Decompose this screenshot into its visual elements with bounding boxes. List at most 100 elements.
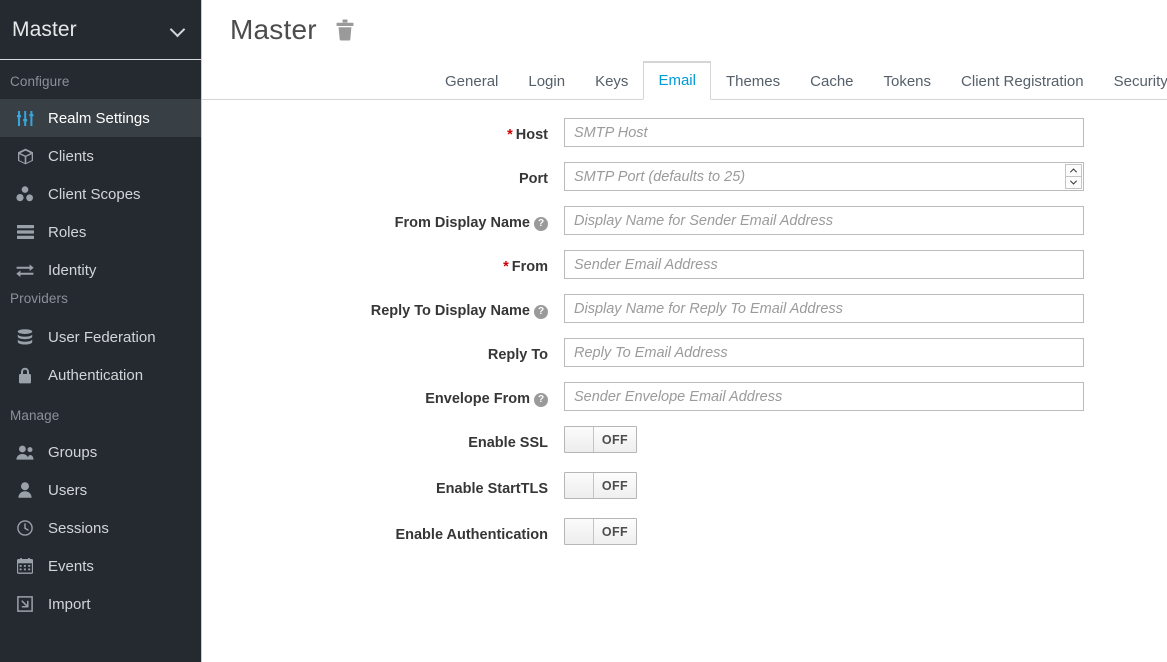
tab-general[interactable]: General: [430, 63, 513, 100]
import-icon: [14, 596, 36, 612]
field-control: [564, 162, 1084, 191]
sidebar-item-label: Users: [48, 481, 88, 499]
field-label: Reply To Display Name?: [202, 294, 564, 322]
sidebar-item-label: Import: [48, 595, 91, 613]
toggle-state-label: OFF: [601, 432, 629, 447]
from-display-name-input[interactable]: [564, 206, 1084, 235]
sidebar-item-realm-settings[interactable]: Realm Settings: [0, 99, 201, 137]
sidebar-item-label-wrapped[interactable]: Providers: [0, 289, 201, 318]
field-label-text: Reply To Display Name: [370, 303, 530, 319]
field-control: [564, 382, 1084, 411]
sidebar-item-sessions[interactable]: Sessions: [0, 509, 201, 547]
page-header: Master: [202, 0, 1167, 54]
realm-selector[interactable]: Master: [0, 0, 201, 60]
sidebar-item-label: Authentication: [48, 366, 144, 384]
lock-icon: [14, 367, 36, 384]
trash-icon[interactable]: [335, 19, 355, 41]
help-icon[interactable]: ?: [534, 304, 548, 319]
field-control: OFF: [564, 518, 1084, 549]
spinner-down-icon[interactable]: [1065, 177, 1082, 189]
sidebar-item-users[interactable]: Users: [0, 471, 201, 509]
envelope-from-input[interactable]: [564, 382, 1084, 411]
sidebar-item-clients[interactable]: Clients: [0, 137, 201, 175]
sidebar-item-authentication[interactable]: Authentication: [0, 356, 201, 394]
help-icon[interactable]: ?: [534, 216, 548, 231]
port-input[interactable]: [564, 162, 1084, 191]
field-label-text: Enable Authentication: [395, 527, 548, 543]
sidebar: Master Configure Realm Settings Clients Cli…: [0, 0, 202, 662]
tab-cache[interactable]: Cache: [795, 63, 868, 100]
form-row: Enable SSL OFF: [202, 426, 1167, 457]
toggle-enable-authentication[interactable]: OFF: [564, 518, 637, 545]
field-label-text: Enable StartTLS: [436, 481, 548, 497]
toggle-state-label: OFF: [601, 478, 629, 493]
sidebar-nav: Configure Realm Settings Clients Client Sco…: [0, 60, 201, 623]
sidebar-item-client-scopes[interactable]: Client Scopes: [0, 175, 201, 213]
sidebar-item-identity[interactable]: Identity: [0, 251, 201, 289]
sidebar-item-label: Client Scopes: [48, 185, 141, 203]
reply-to-display-name-input[interactable]: [564, 294, 1084, 323]
nav-section-heading: Manage: [10, 408, 60, 423]
field-control: OFF: [564, 426, 1084, 457]
toggle-knob: [565, 519, 594, 544]
host-input[interactable]: [564, 118, 1084, 147]
tab-themes[interactable]: Themes: [711, 63, 795, 100]
nav-section-heading: Configure: [10, 74, 70, 89]
field-label-text: Reply To: [487, 347, 548, 363]
sidebar-item-label: Groups: [48, 443, 98, 461]
reply-to-input[interactable]: [564, 338, 1084, 367]
user-icon: [14, 482, 36, 498]
sidebar-item-label: Realm Settings: [48, 109, 150, 127]
field-label: * From: [202, 250, 564, 278]
groups-icon: [14, 445, 36, 460]
field-label: Envelope From?: [202, 382, 564, 410]
field-control: [564, 250, 1084, 279]
spinner-up-icon[interactable]: [1065, 164, 1082, 177]
sidebar-item-events[interactable]: Events: [0, 547, 201, 585]
page-title: Master: [230, 14, 317, 45]
email-settings-form: *Host Port From Display Name? *From Reply To…: [202, 100, 1167, 549]
sidebar-item-groups[interactable]: Groups: [0, 433, 201, 471]
help-icon[interactable]: ?: [534, 392, 548, 407]
sidebar-item-user-federation[interactable]: User Federation: [0, 318, 201, 356]
sidebar-item-import[interactable]: Import: [0, 585, 201, 623]
toggle-state-label: OFF: [601, 524, 629, 539]
sidebar-item-label: User Federation: [48, 328, 156, 346]
from-input[interactable]: [564, 250, 1084, 279]
toggle-enable-ssl[interactable]: OFF: [564, 426, 637, 453]
sidebar-item-label: Identity: [48, 261, 97, 279]
tab-tokens[interactable]: Tokens: [869, 63, 947, 100]
form-row: Enable StartTLS OFF: [202, 472, 1167, 503]
tab-login[interactable]: Login: [513, 63, 580, 100]
sidebar-item-label: Roles: [48, 223, 87, 241]
sidebar-item-label: Events: [48, 557, 94, 575]
field-label: Enable SSL: [202, 426, 564, 454]
main-content: Master General Login Keys Email Themes Cache T…: [202, 0, 1167, 662]
form-row: Reply To: [202, 338, 1167, 367]
field-label-text: Port: [519, 171, 548, 187]
sidebar-item-label: Sessions: [48, 519, 109, 537]
tab-keys[interactable]: Keys: [580, 63, 643, 100]
sidebar-item-roles[interactable]: Roles: [0, 213, 201, 251]
clock-icon: [14, 520, 36, 536]
tab-email[interactable]: Email: [643, 61, 711, 100]
field-label: Enable StartTLS: [202, 472, 564, 500]
field-control: [564, 118, 1084, 147]
field-control: [564, 338, 1084, 367]
toggle-enable-starttls[interactable]: OFF: [564, 472, 637, 499]
sliders-icon: [14, 110, 36, 126]
form-row: Reply To Display Name?: [202, 294, 1167, 323]
toggle-knob: [565, 473, 594, 498]
tab-security-defenses[interactable]: Security Defenses: [1099, 63, 1167, 100]
field-control: OFF: [564, 472, 1084, 503]
field-label: From Display Name?: [202, 206, 564, 234]
field-label: * Host: [202, 118, 564, 146]
form-row: Enable Authentication OFF: [202, 518, 1167, 549]
tab-bar: General Login Keys Email Themes Cache Tokens Cl…: [202, 58, 1167, 100]
cubes-icon: [14, 186, 36, 202]
tab-client-registration[interactable]: Client Registration: [946, 63, 1099, 100]
chevron-down-icon: [171, 23, 185, 37]
required-marker: *: [507, 127, 513, 143]
database-icon: [14, 328, 36, 346]
field-label-text: Envelope From: [425, 391, 530, 407]
